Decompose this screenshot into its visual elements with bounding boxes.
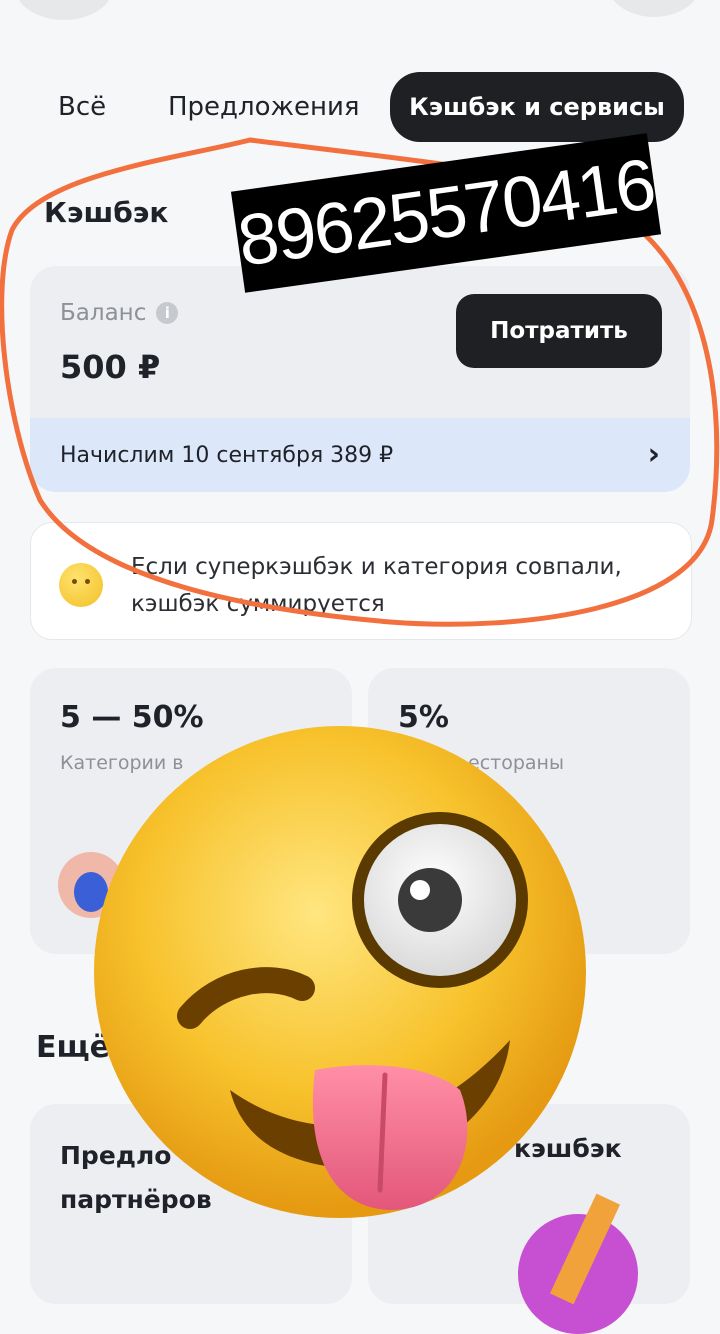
balance-card: Баланс i 500 ₽ Потратить Начислим 10 сен…: [30, 266, 690, 492]
top-left-button[interactable]: [14, 0, 114, 20]
info-note: Если суперкэшбэк и категория совпали, кэ…: [30, 522, 692, 640]
tab-offers[interactable]: Предложения: [168, 72, 360, 142]
accrual-row[interactable]: Начислим 10 сентября 389 ₽ ›: [30, 418, 690, 492]
spend-button[interactable]: Потратить: [456, 294, 662, 368]
top-right-button[interactable]: [606, 0, 702, 17]
note-text: Если суперкэшбэк и категория совпали, кэ…: [131, 554, 622, 617]
section-title-cashback: Кэшбэк: [44, 196, 169, 229]
phone-number: 89625570416: [233, 144, 659, 282]
smile-icon: [59, 563, 103, 607]
balance-label-row: Баланс i: [60, 300, 179, 326]
tab-cashback-services[interactable]: Кэшбэк и сервисы: [390, 72, 684, 142]
accrual-text: Начислим 10 сентября 389 ₽: [60, 442, 394, 468]
balance-label: Баланс: [60, 300, 147, 326]
chevron-right-icon: ›: [647, 437, 660, 472]
balance-value: 500 ₽: [60, 348, 161, 386]
tab-all[interactable]: Всё: [58, 72, 106, 142]
info-icon[interactable]: i: [156, 302, 179, 324]
crazy-face-emoji-icon: [94, 726, 586, 1218]
cashback-illustration: [518, 1214, 638, 1334]
